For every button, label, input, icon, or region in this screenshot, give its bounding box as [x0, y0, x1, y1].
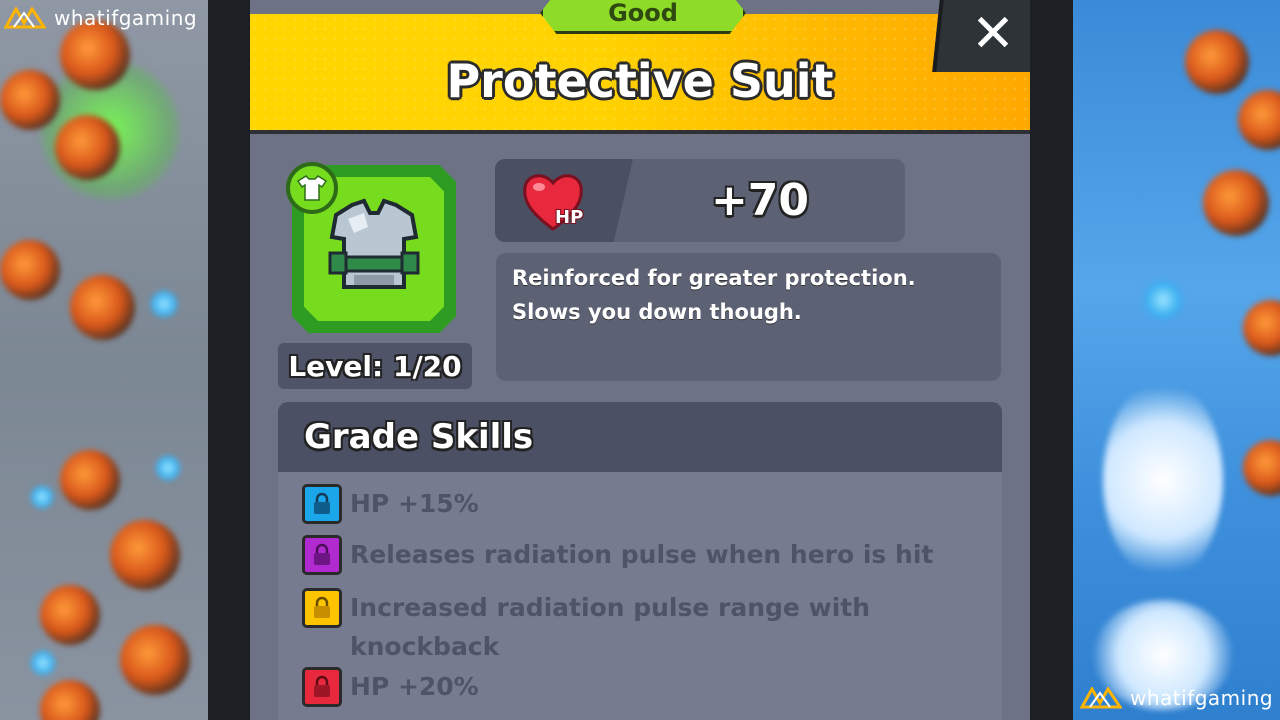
frame-left-border [208, 0, 250, 720]
armor-vest-icon [328, 198, 420, 289]
frame-right-border [1030, 0, 1073, 720]
background-left [0, 0, 208, 720]
lock-icon [302, 588, 342, 628]
skill-text: HP +15% [350, 489, 479, 518]
grade-badge: Good [540, 0, 746, 34]
lock-icon [302, 667, 342, 707]
item-description: Reinforced for greater protection. Slows… [496, 253, 1001, 381]
lock-icon [302, 535, 342, 575]
close-button[interactable]: ✕ [932, 0, 1030, 72]
grade-skills-header: Grade Skills [278, 402, 1002, 472]
description-line: Reinforced for greater protection. [512, 266, 916, 290]
skill-text: Releases radiation pulse when hero is hi… [350, 540, 934, 569]
skill-row: HP +20% [302, 667, 950, 707]
watermark-text: whatifgaming [1130, 686, 1274, 710]
shirt-icon [297, 175, 327, 201]
watermark-bottom: whatifgaming [1080, 686, 1273, 710]
watermark-top: whatifgaming [4, 6, 197, 30]
description-line: Slows you down though. [512, 300, 802, 324]
brand-logo-icon [1080, 687, 1122, 709]
lock-icon [302, 484, 342, 524]
equipment-slot-badge [286, 162, 338, 214]
hp-value: +70 [710, 175, 810, 226]
watermark-text: whatifgaming [54, 6, 198, 30]
grade-skills-panel: Grade Skills HP +15% Releases radiation … [278, 402, 1002, 720]
item-name: Protective Suit [446, 54, 834, 108]
item-detail-panel: Protective Suit Good ✕ Level: 1/20 HP +7… [250, 0, 1030, 720]
stat-box: HP +70 [495, 159, 905, 242]
background-right [1073, 0, 1280, 720]
brand-logo-icon [4, 7, 46, 29]
skill-row: Releases radiation pulse when hero is hi… [302, 535, 950, 575]
skill-text: Increased radiation pulse range with kno… [350, 593, 871, 661]
skill-row: Increased radiation pulse range with kno… [302, 588, 950, 666]
close-icon: ✕ [971, 4, 1015, 64]
item-level: Level: 1/20 [278, 343, 472, 389]
skill-row: HP +15% [302, 484, 950, 524]
hp-label: HP [555, 207, 584, 228]
skill-text: HP +20% [350, 672, 479, 701]
grade-skills-title: Grade Skills [304, 417, 534, 457]
